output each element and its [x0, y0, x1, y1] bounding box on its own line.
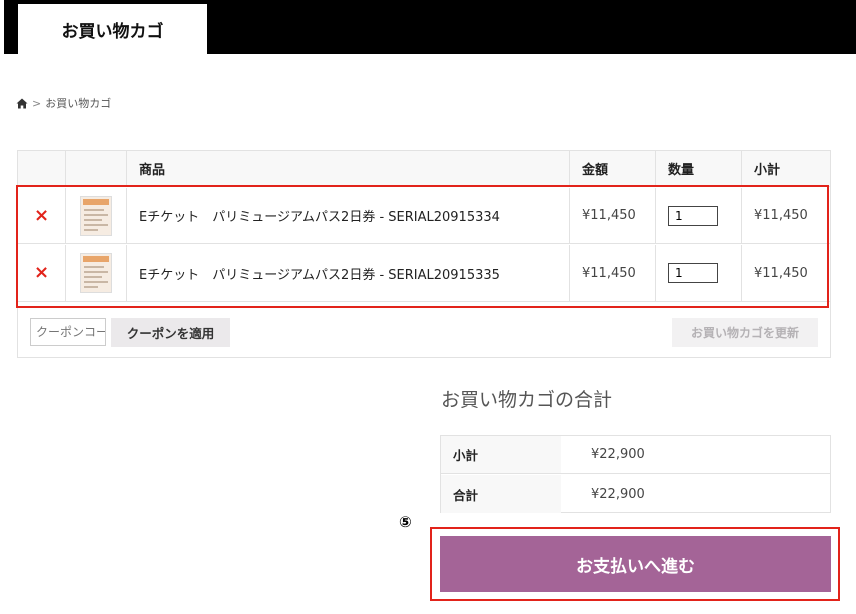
- table-row: × Eチケット パリミュージアムパス2日券 - SERIAL20915334 ¥…: [18, 188, 830, 244]
- cart-totals-table: 小計 ¥22,900 合計 ¥22,900: [440, 435, 831, 513]
- remove-item-icon[interactable]: ×: [34, 206, 49, 225]
- item-price: ¥11,450: [582, 265, 636, 281]
- apply-coupon-button[interactable]: クーポンを適用: [111, 318, 230, 347]
- breadcrumb: > お買い物カゴ: [16, 95, 111, 111]
- header-quantity: 数量: [656, 151, 742, 186]
- remove-item-icon[interactable]: ×: [34, 264, 49, 282]
- totals-value: ¥22,900: [591, 486, 645, 502]
- item-subtotal: ¥11,450: [754, 265, 808, 281]
- header-subtotal: 小計: [754, 163, 781, 178]
- coupon-code-input[interactable]: [30, 318, 106, 346]
- cart-table: 商品 金額 数量 小計 × Eチケット パリミュージアムパス2日券 - SERI…: [17, 150, 831, 358]
- step-number-marker: ⑤: [399, 513, 412, 531]
- product-name-link[interactable]: Eチケット パリミュージアムパス2日券 - SERIAL20915334: [139, 206, 500, 225]
- header-product: 商品: [127, 151, 570, 186]
- totals-value: ¥22,900: [591, 447, 645, 462]
- header-remove: [18, 151, 66, 186]
- cart-header-row: 商品 金額 数量 小計: [18, 151, 830, 187]
- breadcrumb-separator: >: [32, 96, 42, 110]
- page-tab[interactable]: お買い物カゴ: [18, 4, 207, 54]
- quantity-input[interactable]: [668, 205, 718, 226]
- cart-totals-title: お買い物カゴの合計: [441, 389, 613, 411]
- home-icon[interactable]: [16, 98, 28, 109]
- totals-row-total: 合計 ¥22,900: [441, 475, 830, 513]
- totals-label: 合計: [441, 475, 561, 513]
- breadcrumb-current: お買い物カゴ: [45, 97, 112, 110]
- proceed-to-checkout-button[interactable]: お支払いへ進む: [440, 536, 831, 592]
- product-name-link[interactable]: Eチケット パリミュージアムパス2日券 - SERIAL20915335: [139, 264, 500, 283]
- cart-actions: クーポンを適用 お買い物カゴを更新: [18, 303, 830, 357]
- product-thumbnail[interactable]: [80, 253, 112, 293]
- item-subtotal: ¥11,450: [754, 208, 808, 223]
- quantity-input[interactable]: [668, 263, 718, 283]
- table-row: × Eチケット パリミュージアムパス2日券 - SERIAL20915335 ¥…: [18, 245, 830, 302]
- product-thumbnail[interactable]: [80, 195, 112, 236]
- totals-label: 小計: [441, 436, 561, 473]
- totals-row-subtotal: 小計 ¥22,900: [441, 436, 830, 474]
- top-bar-edge: [0, 0, 4, 54]
- header-price: 金額: [570, 151, 656, 186]
- update-cart-button[interactable]: お買い物カゴを更新: [672, 318, 818, 347]
- item-price: ¥11,450: [582, 208, 636, 223]
- header-thumbnail: [66, 151, 127, 186]
- top-bar: お買い物カゴ: [0, 0, 856, 54]
